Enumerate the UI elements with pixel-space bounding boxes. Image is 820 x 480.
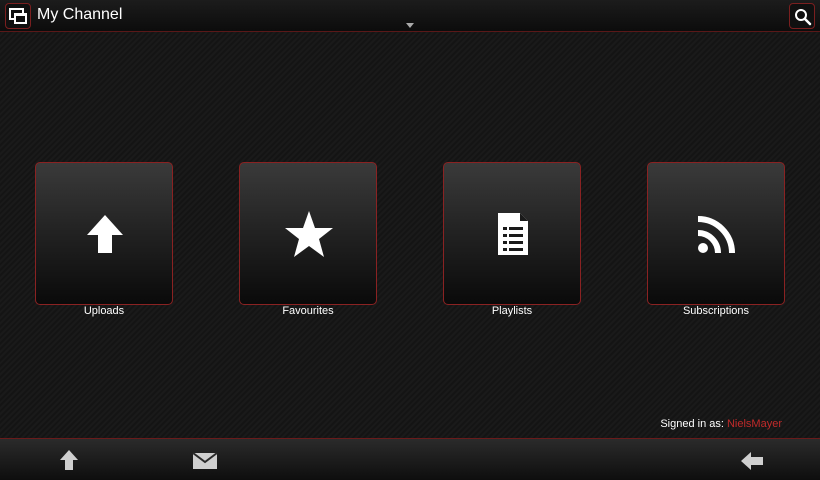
rss-icon: [697, 216, 735, 254]
tile-label-subscriptions: Subscriptions: [682, 305, 750, 317]
signed-in-status: Signed in as: NielsMayer: [660, 418, 782, 430]
tile-subscriptions[interactable]: [647, 162, 785, 305]
search-button[interactable]: [789, 3, 815, 29]
mail-icon[interactable]: [192, 451, 218, 471]
signed-in-prefix: Signed in as:: [660, 418, 727, 430]
windows-icon: [9, 8, 27, 24]
tile-favourites[interactable]: [239, 162, 377, 305]
signed-in-username[interactable]: NielsMayer: [727, 418, 782, 430]
tile-label-playlists: Playlists: [491, 305, 533, 317]
tile-playlists[interactable]: [443, 162, 581, 305]
top-bar: My Channel: [0, 0, 820, 32]
page-title: My Channel: [37, 6, 123, 23]
bottom-bar: [0, 438, 820, 480]
tile-label-uploads: Uploads: [83, 305, 125, 317]
tile-label-favourites: Favourites: [282, 305, 334, 317]
tile-uploads[interactable]: [35, 162, 173, 305]
upload-icon[interactable]: [59, 449, 79, 471]
app-menu-button[interactable]: [5, 3, 31, 29]
search-icon: [795, 9, 812, 26]
document-list-icon: [498, 213, 528, 255]
back-arrow-icon[interactable]: [740, 451, 764, 471]
drawer-handle-icon[interactable]: [406, 22, 414, 29]
upload-arrow-icon: [87, 215, 123, 253]
star-icon: [285, 211, 333, 257]
